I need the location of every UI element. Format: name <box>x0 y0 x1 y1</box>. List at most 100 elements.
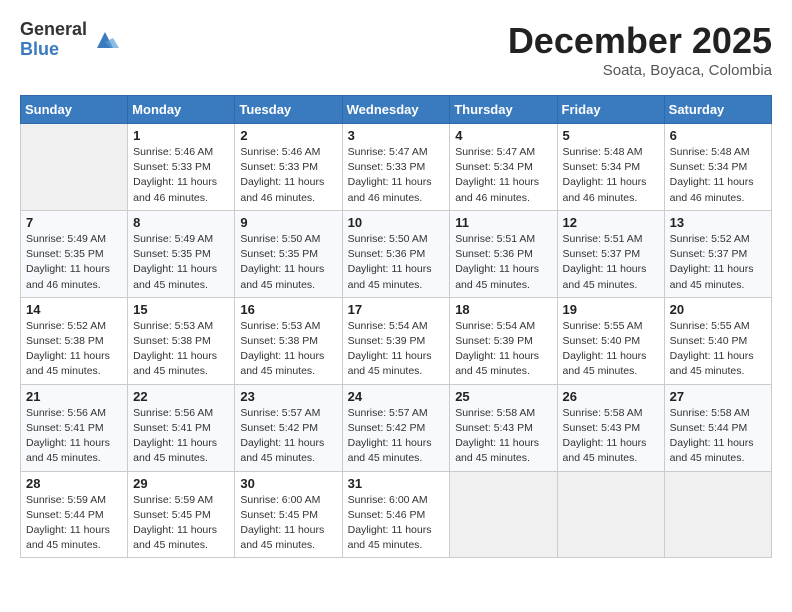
day-info: Sunrise: 5:50 AM Sunset: 5:35 PM Dayligh… <box>240 232 336 293</box>
day-info: Sunrise: 5:47 AM Sunset: 5:34 PM Dayligh… <box>455 145 551 206</box>
day-number: 31 <box>348 476 445 491</box>
day-number: 27 <box>670 389 766 404</box>
day-number: 28 <box>26 476 122 491</box>
day-info: Sunrise: 5:46 AM Sunset: 5:33 PM Dayligh… <box>240 145 336 206</box>
day-info: Sunrise: 6:00 AM Sunset: 5:46 PM Dayligh… <box>348 493 445 554</box>
calendar-cell <box>450 471 557 558</box>
calendar-cell: 5 Sunrise: 5:48 AM Sunset: 5:34 PM Daylig… <box>557 124 664 211</box>
logo: General Blue <box>20 20 119 60</box>
day-number: 16 <box>240 302 336 317</box>
weekday-header: Monday <box>128 96 235 124</box>
calendar-cell <box>557 471 664 558</box>
day-number: 2 <box>240 128 336 143</box>
day-info: Sunrise: 5:58 AM Sunset: 5:44 PM Dayligh… <box>670 406 766 467</box>
logo-blue-text: Blue <box>20 40 87 60</box>
day-number: 9 <box>240 215 336 230</box>
calendar-cell: 31 Sunrise: 6:00 AM Sunset: 5:46 PM Dayli… <box>342 471 450 558</box>
day-number: 6 <box>670 128 766 143</box>
calendar-cell: 3 Sunrise: 5:47 AM Sunset: 5:33 PM Daylig… <box>342 124 450 211</box>
title-block: December 2025 Soata, Boyaca, Colombia <box>508 20 772 79</box>
day-number: 23 <box>240 389 336 404</box>
day-info: Sunrise: 5:59 AM Sunset: 5:44 PM Dayligh… <box>26 493 122 554</box>
calendar-cell: 8 Sunrise: 5:49 AM Sunset: 5:35 PM Daylig… <box>128 210 235 297</box>
day-number: 22 <box>133 389 229 404</box>
day-number: 1 <box>133 128 229 143</box>
day-number: 19 <box>563 302 659 317</box>
day-info: Sunrise: 5:54 AM Sunset: 5:39 PM Dayligh… <box>348 319 445 380</box>
calendar-cell: 4 Sunrise: 5:47 AM Sunset: 5:34 PM Daylig… <box>450 124 557 211</box>
day-number: 29 <box>133 476 229 491</box>
day-number: 8 <box>133 215 229 230</box>
calendar-cell: 26 Sunrise: 5:58 AM Sunset: 5:43 PM Dayli… <box>557 384 664 471</box>
day-number: 26 <box>563 389 659 404</box>
calendar-cell: 10 Sunrise: 5:50 AM Sunset: 5:36 PM Dayli… <box>342 210 450 297</box>
calendar-cell: 19 Sunrise: 5:55 AM Sunset: 5:40 PM Dayli… <box>557 297 664 384</box>
day-info: Sunrise: 5:50 AM Sunset: 5:36 PM Dayligh… <box>348 232 445 293</box>
day-info: Sunrise: 5:48 AM Sunset: 5:34 PM Dayligh… <box>563 145 659 206</box>
day-number: 4 <box>455 128 551 143</box>
calendar-cell: 24Sunrise: 5:57 AM Sunset: 5:42 PM Dayli… <box>342 384 450 471</box>
day-info: Sunrise: 5:47 AM Sunset: 5:33 PM Dayligh… <box>348 145 445 206</box>
calendar-cell: 27 Sunrise: 5:58 AM Sunset: 5:44 PM Dayli… <box>664 384 771 471</box>
weekday-header: Saturday <box>664 96 771 124</box>
day-info: Sunrise: 5:58 AM Sunset: 5:43 PM Dayligh… <box>455 406 551 467</box>
day-info: Sunrise: 5:49 AM Sunset: 5:35 PM Dayligh… <box>133 232 229 293</box>
weekday-header: Tuesday <box>235 96 342 124</box>
day-number: 11 <box>455 215 551 230</box>
day-number: 20 <box>670 302 766 317</box>
day-number: 24 <box>348 389 445 404</box>
day-info: Sunrise: 5:55 AM Sunset: 5:40 PM Dayligh… <box>563 319 659 380</box>
day-number: 18 <box>455 302 551 317</box>
day-info: Sunrise: 6:00 AM Sunset: 5:45 PM Dayligh… <box>240 493 336 554</box>
logo-general-text: General <box>20 20 87 40</box>
day-info: Sunrise: 5:56 AM Sunset: 5:41 PM Dayligh… <box>133 406 229 467</box>
calendar-cell: 21Sunrise: 5:56 AM Sunset: 5:41 PM Dayli… <box>21 384 128 471</box>
day-number: 5 <box>563 128 659 143</box>
calendar-cell: 29 Sunrise: 5:59 AM Sunset: 5:45 PM Dayli… <box>128 471 235 558</box>
day-number: 10 <box>348 215 445 230</box>
day-number: 14 <box>26 302 122 317</box>
calendar-cell: 28 Sunrise: 5:59 AM Sunset: 5:44 PM Dayli… <box>21 471 128 558</box>
calendar-cell <box>21 124 128 211</box>
weekday-header: Friday <box>557 96 664 124</box>
calendar-header: SundayMondayTuesdayWednesdayThursdayFrid… <box>21 96 772 124</box>
calendar-cell: 16 Sunrise: 5:53 AM Sunset: 5:38 PM Dayli… <box>235 297 342 384</box>
calendar-cell: 11 Sunrise: 5:51 AM Sunset: 5:36 PM Dayli… <box>450 210 557 297</box>
calendar-cell <box>664 471 771 558</box>
day-info: Sunrise: 5:48 AM Sunset: 5:34 PM Dayligh… <box>670 145 766 206</box>
day-info: Sunrise: 5:46 AM Sunset: 5:33 PM Dayligh… <box>133 145 229 206</box>
calendar-cell: 6 Sunrise: 5:48 AM Sunset: 5:34 PM Daylig… <box>664 124 771 211</box>
day-info: Sunrise: 5:54 AM Sunset: 5:39 PM Dayligh… <box>455 319 551 380</box>
calendar-cell: 22 Sunrise: 5:56 AM Sunset: 5:41 PM Dayli… <box>128 384 235 471</box>
day-number: 17 <box>348 302 445 317</box>
calendar-table: SundayMondayTuesdayWednesdayThursdayFrid… <box>20 95 772 558</box>
day-info: Sunrise: 5:58 AM Sunset: 5:43 PM Dayligh… <box>563 406 659 467</box>
day-info: Sunrise: 5:49 AM Sunset: 5:35 PM Dayligh… <box>26 232 122 293</box>
day-number: 12 <box>563 215 659 230</box>
calendar-cell: 14 Sunrise: 5:52 AM Sunset: 5:38 PM Dayli… <box>21 297 128 384</box>
logo-icon <box>91 26 119 54</box>
day-info: Sunrise: 5:51 AM Sunset: 5:36 PM Dayligh… <box>455 232 551 293</box>
day-number: 3 <box>348 128 445 143</box>
calendar-cell: 1 Sunrise: 5:46 AM Sunset: 5:33 PM Daylig… <box>128 124 235 211</box>
day-number: 21 <box>26 389 122 404</box>
day-number: 25 <box>455 389 551 404</box>
day-info: Sunrise: 5:51 AM Sunset: 5:37 PM Dayligh… <box>563 232 659 293</box>
calendar-cell: 15Sunrise: 5:53 AM Sunset: 5:38 PM Dayli… <box>128 297 235 384</box>
day-number: 30 <box>240 476 336 491</box>
day-info: Sunrise: 5:59 AM Sunset: 5:45 PM Dayligh… <box>133 493 229 554</box>
day-info: Sunrise: 5:53 AM Sunset: 5:38 PM Dayligh… <box>240 319 336 380</box>
calendar-cell: 30 Sunrise: 6:00 AM Sunset: 5:45 PM Dayli… <box>235 471 342 558</box>
calendar-cell: 17 Sunrise: 5:54 AM Sunset: 5:39 PM Dayli… <box>342 297 450 384</box>
day-info: Sunrise: 5:57 AM Sunset: 5:42 PM Dayligh… <box>240 406 336 467</box>
location-text: Soata, Boyaca, Colombia <box>508 62 772 79</box>
day-number: 13 <box>670 215 766 230</box>
day-number: 15 <box>133 302 229 317</box>
weekday-header: Sunday <box>21 96 128 124</box>
day-number: 7 <box>26 215 122 230</box>
day-info: Sunrise: 5:52 AM Sunset: 5:38 PM Dayligh… <box>26 319 122 380</box>
calendar-cell: 25 Sunrise: 5:58 AM Sunset: 5:43 PM Dayli… <box>450 384 557 471</box>
calendar-cell: 9 Sunrise: 5:50 AM Sunset: 5:35 PM Daylig… <box>235 210 342 297</box>
month-title: December 2025 <box>508 20 772 62</box>
day-info: Sunrise: 5:52 AM Sunset: 5:37 PM Dayligh… <box>670 232 766 293</box>
